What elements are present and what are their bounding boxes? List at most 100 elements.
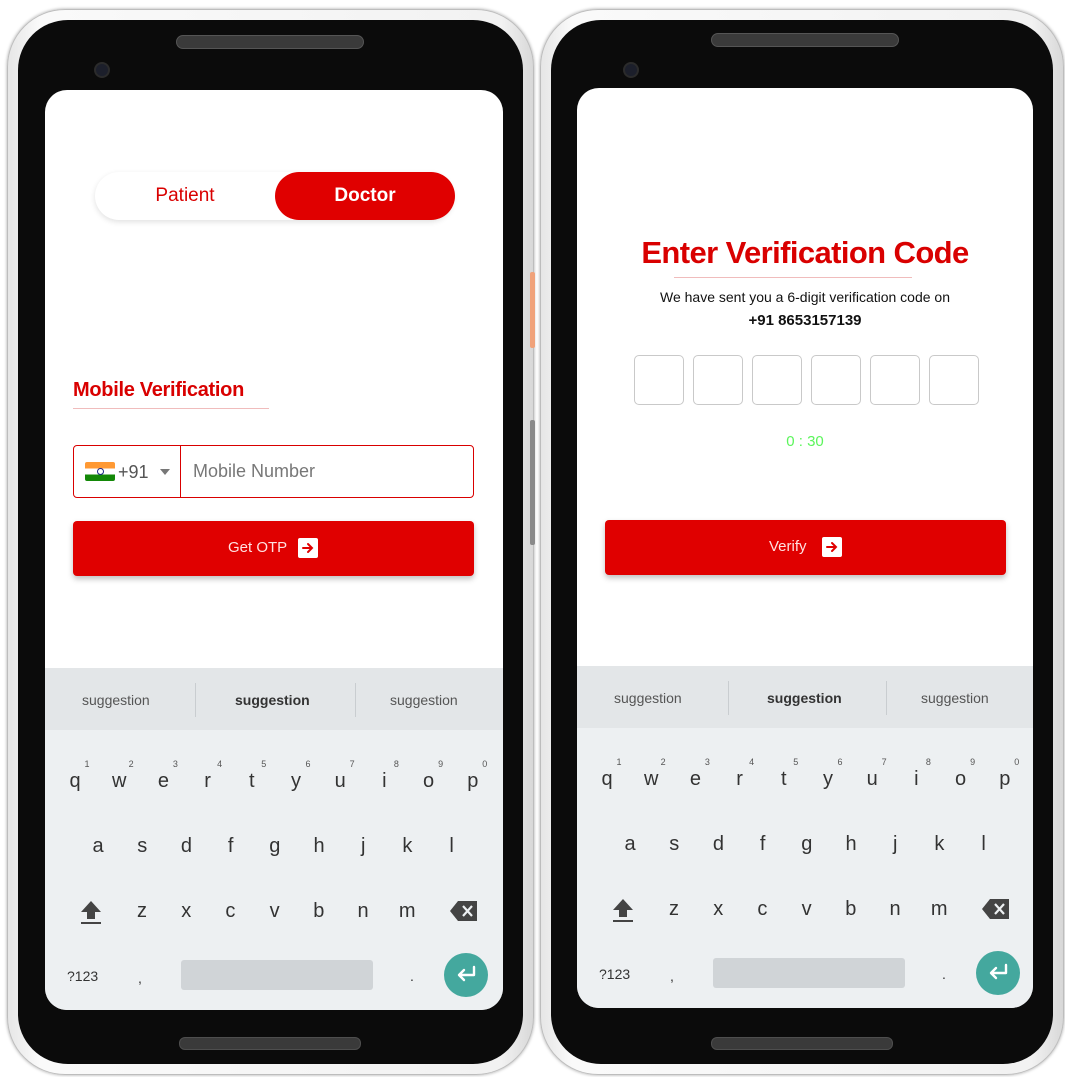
key-i[interactable]: i <box>369 770 399 793</box>
get-otp-label: Get OTP <box>228 539 288 556</box>
key-hint: 4 <box>749 757 755 767</box>
key-w[interactable]: w <box>636 768 666 791</box>
suggestion-item[interactable]: suggestion <box>614 690 682 706</box>
country-code-selector[interactable]: +91 <box>74 446 181 497</box>
title-underline <box>674 277 912 278</box>
enter-key[interactable] <box>444 953 488 997</box>
key-c[interactable]: c <box>215 900 245 923</box>
key-b[interactable]: b <box>304 900 334 923</box>
key-p[interactable]: p <box>990 768 1020 791</box>
role-toggle: Patient Doctor <box>95 172 455 220</box>
key-i[interactable]: i <box>901 768 931 791</box>
key-g[interactable]: g <box>260 835 290 858</box>
suggestion-item[interactable]: suggestion <box>390 692 458 708</box>
key-s[interactable]: s <box>127 835 157 858</box>
key-u[interactable]: u <box>857 768 887 791</box>
verify-button[interactable]: Verify <box>605 520 1006 575</box>
otp-digit-box[interactable] <box>870 355 920 405</box>
otp-digit-box[interactable] <box>634 355 684 405</box>
comma-key[interactable]: , <box>138 970 142 986</box>
key-l[interactable]: l <box>437 835 467 858</box>
key-u[interactable]: u <box>325 770 355 793</box>
key-f[interactable]: f <box>748 833 778 856</box>
key-e[interactable]: e <box>680 768 710 791</box>
key-h[interactable]: h <box>836 833 866 856</box>
key-l[interactable]: l <box>969 833 999 856</box>
key-x[interactable]: x <box>171 900 201 923</box>
space-key[interactable] <box>181 960 373 990</box>
key-f[interactable]: f <box>216 835 246 858</box>
period-key[interactable]: . <box>942 966 946 982</box>
key-q[interactable]: q <box>60 770 90 793</box>
key-w[interactable]: w <box>104 770 134 793</box>
key-r[interactable]: r <box>725 768 755 791</box>
key-m[interactable]: m <box>392 900 422 923</box>
otp-digit-box[interactable] <box>752 355 802 405</box>
backspace-key[interactable] <box>981 898 1011 920</box>
otp-digit-box[interactable] <box>929 355 979 405</box>
key-c[interactable]: c <box>747 898 777 921</box>
key-m[interactable]: m <box>924 898 954 921</box>
divider <box>886 681 887 715</box>
key-z[interactable]: z <box>659 898 689 921</box>
otp-digit-box[interactable] <box>811 355 861 405</box>
shift-key[interactable] <box>79 898 103 926</box>
get-otp-button[interactable]: Get OTP <box>73 521 474 576</box>
key-t[interactable]: t <box>237 770 267 793</box>
key-n[interactable]: n <box>348 900 378 923</box>
enter-icon <box>457 965 476 982</box>
suggestion-item[interactable]: suggestion <box>767 690 842 706</box>
symbols-key[interactable]: ?123 <box>599 966 630 982</box>
key-r[interactable]: r <box>193 770 223 793</box>
soft-keyboard: suggestion suggestion suggestion q1 w2 e3 r… <box>45 668 503 1010</box>
symbols-key[interactable]: ?123 <box>67 968 98 984</box>
otp-digit-box[interactable] <box>693 355 743 405</box>
key-j[interactable]: j <box>880 833 910 856</box>
key-k[interactable]: k <box>924 833 954 856</box>
key-s[interactable]: s <box>659 833 689 856</box>
key-v[interactable]: v <box>260 900 290 923</box>
key-k[interactable]: k <box>392 835 422 858</box>
key-b[interactable]: b <box>836 898 866 921</box>
space-key[interactable] <box>713 958 905 988</box>
key-p[interactable]: p <box>458 770 488 793</box>
toggle-doctor[interactable]: Doctor <box>275 172 455 220</box>
speaker-grille <box>711 33 899 47</box>
phone-number: +91 8653157139 <box>748 312 862 329</box>
backspace-key[interactable] <box>449 900 479 922</box>
mobile-number-input[interactable] <box>181 446 478 497</box>
key-q[interactable]: q <box>592 768 622 791</box>
key-z[interactable]: z <box>127 900 157 923</box>
section-title: Mobile Verification <box>73 379 244 401</box>
key-y[interactable]: y <box>281 770 311 793</box>
key-a[interactable]: a <box>615 833 645 856</box>
period-key[interactable]: . <box>410 968 414 984</box>
suggestion-item[interactable]: suggestion <box>921 690 989 706</box>
india-flag-icon <box>85 462 115 481</box>
key-g[interactable]: g <box>792 833 822 856</box>
key-d[interactable]: d <box>171 835 201 858</box>
key-n[interactable]: n <box>880 898 910 921</box>
shift-key[interactable] <box>611 896 635 924</box>
key-y[interactable]: y <box>813 768 843 791</box>
comma-key[interactable]: , <box>670 968 674 984</box>
enter-key[interactable] <box>976 951 1020 995</box>
key-h[interactable]: h <box>304 835 334 858</box>
phone-input-group: +91 <box>73 445 478 498</box>
toggle-patient[interactable]: Patient <box>95 172 275 220</box>
key-t[interactable]: t <box>769 768 799 791</box>
side-button <box>530 272 535 348</box>
key-v[interactable]: v <box>792 898 822 921</box>
enter-icon <box>989 963 1008 980</box>
key-o[interactable]: o <box>414 770 444 793</box>
key-x[interactable]: x <box>703 898 733 921</box>
divider <box>355 683 356 717</box>
key-hint: 5 <box>261 759 267 769</box>
key-o[interactable]: o <box>946 768 976 791</box>
key-j[interactable]: j <box>348 835 378 858</box>
key-d[interactable]: d <box>703 833 733 856</box>
suggestion-item[interactable]: suggestion <box>235 692 310 708</box>
key-e[interactable]: e <box>148 770 178 793</box>
key-a[interactable]: a <box>83 835 113 858</box>
suggestion-item[interactable]: suggestion <box>82 692 150 708</box>
